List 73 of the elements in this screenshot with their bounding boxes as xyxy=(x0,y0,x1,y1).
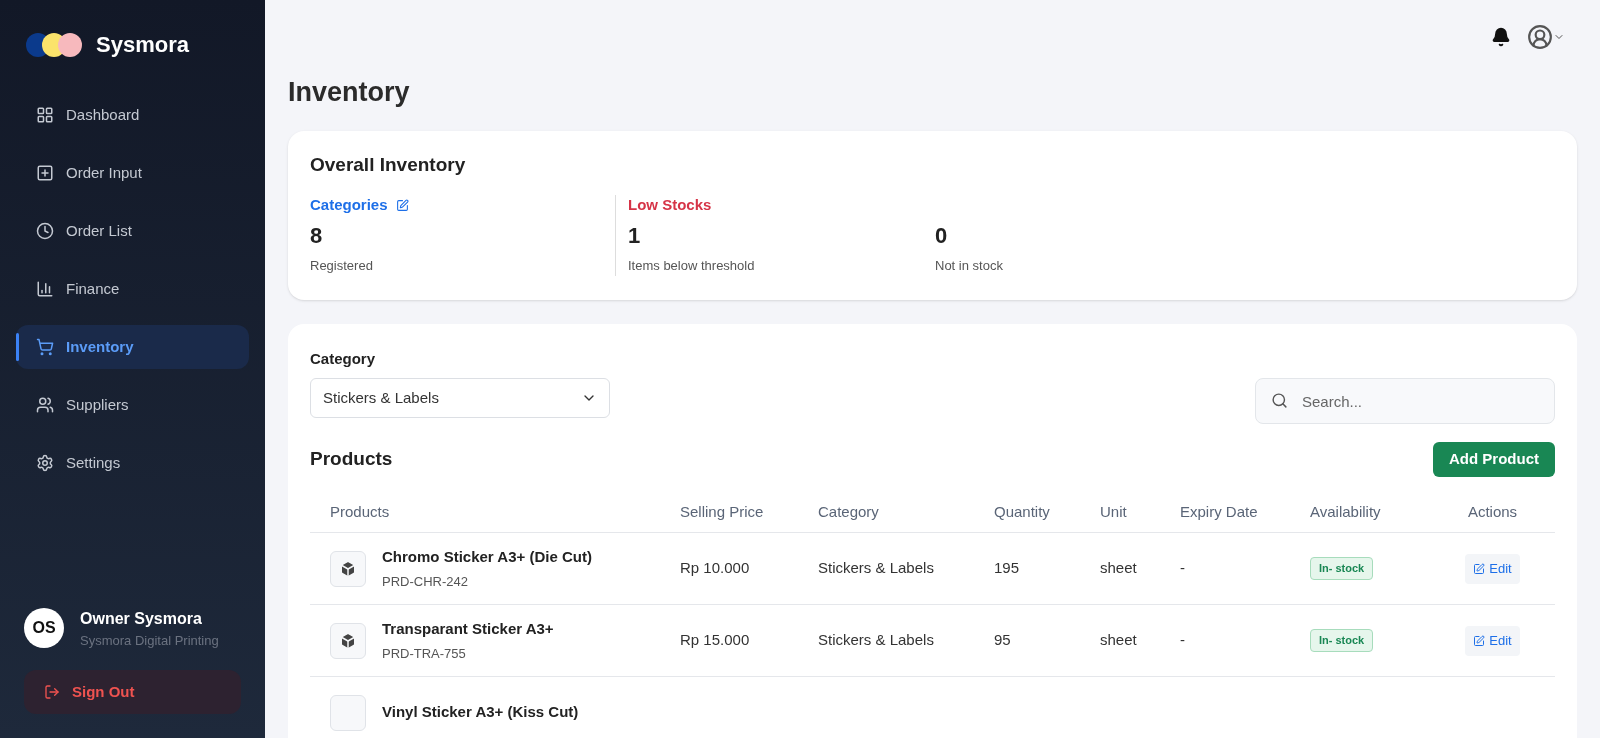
account-menu[interactable] xyxy=(1527,24,1565,50)
column-header: Unit xyxy=(1100,502,1128,523)
notification-icon[interactable] xyxy=(1491,27,1511,47)
stat-value: 0 xyxy=(935,222,949,250)
stat-label[interactable]: Categories xyxy=(310,193,388,217)
column-header: Selling Price xyxy=(680,502,765,523)
product-code: PRD-TRA-755 xyxy=(382,645,467,663)
nav-item[interactable]: Dashboard xyxy=(16,93,249,137)
product-name: Vinyl Sticker A3+ (Kiss Cut) xyxy=(382,702,579,723)
plus-square-icon xyxy=(36,164,54,182)
user-name: Owner Sysmora xyxy=(80,608,203,629)
card-title: Overall Inventory xyxy=(310,152,467,177)
table-cell-text: 195 xyxy=(994,558,1021,579)
nav-item[interactable]: Settings xyxy=(16,441,249,485)
sign-out-button[interactable]: Sign Out xyxy=(24,670,241,714)
search-icon xyxy=(1271,392,1288,409)
edit-icon[interactable] xyxy=(395,198,409,212)
search-field[interactable]: Search... xyxy=(1255,378,1555,424)
sign-out-icon xyxy=(44,684,60,700)
column-header: Category xyxy=(818,502,880,523)
page-title: Inventory xyxy=(288,76,411,109)
column-header: Products xyxy=(330,502,391,523)
box-icon xyxy=(339,631,357,650)
table-cell-text: Stickers & Labels xyxy=(818,558,935,579)
stat-caption: Not in stock xyxy=(935,257,1004,275)
nav-item[interactable]: Order Input xyxy=(16,151,249,195)
box-icon xyxy=(339,559,357,578)
users-icon xyxy=(36,396,54,414)
add-product-button[interactable]: Add Product xyxy=(1433,442,1555,477)
cart-icon xyxy=(36,338,54,356)
user-company: Sysmora Digital Printing xyxy=(80,631,219,650)
table-cell-text: 95 xyxy=(994,630,1012,651)
logo-icon xyxy=(24,30,84,59)
table-cell-text: - xyxy=(1180,630,1186,651)
stat-caption: Items below threshold xyxy=(628,257,756,275)
bar-chart-icon xyxy=(36,280,54,298)
edit-button[interactable]: Edit xyxy=(1465,553,1520,584)
table-cell-text: - xyxy=(1180,558,1186,579)
status-badge: In- stock xyxy=(1310,629,1374,652)
product-name: Chromo Sticker A3+ (Die Cut) xyxy=(382,546,592,567)
edit-icon xyxy=(1473,634,1486,647)
table-cell-text: Stickers & Labels xyxy=(818,630,935,651)
stat-label: Low Stocks xyxy=(628,194,712,215)
column-header: Actions xyxy=(1466,502,1519,523)
nav-item[interactable]: Order List xyxy=(16,209,249,253)
status-badge: In- stock xyxy=(1310,557,1374,580)
clock-icon xyxy=(36,222,54,240)
edit-icon xyxy=(1473,562,1486,575)
category-select[interactable]: Stickers & Labels xyxy=(310,378,610,418)
edit-button[interactable]: Edit xyxy=(1465,625,1520,656)
stat-caption: Registered xyxy=(310,257,374,275)
product-thumbnail xyxy=(330,694,366,731)
column-header: Quantity xyxy=(994,502,1051,523)
account-icon xyxy=(1527,24,1553,50)
product-code: PRD-CHR-242 xyxy=(382,573,469,591)
user-avatar: OS xyxy=(24,608,64,649)
table-cell-text: sheet xyxy=(1100,630,1138,651)
filter-label: Category xyxy=(310,348,377,369)
grid-icon xyxy=(36,106,54,124)
column-header: Availability xyxy=(1310,502,1382,523)
table-cell-text: Rp 15.000 xyxy=(680,630,751,651)
settings-icon xyxy=(36,454,54,472)
brand-name: Sysmora xyxy=(96,31,189,59)
section-title: Products xyxy=(310,447,393,472)
stat-value: 1 xyxy=(628,222,642,250)
table-cell-text: Rp 10.000 xyxy=(680,558,751,579)
product-name: Transparant Sticker A3+ xyxy=(382,618,554,639)
nav-item[interactable]: Finance xyxy=(16,267,249,311)
table-cell-text: sheet xyxy=(1100,558,1138,579)
nav-item[interactable]: Suppliers xyxy=(16,383,249,427)
nav-item[interactable]: Inventory xyxy=(16,325,249,369)
stat-value: 8 xyxy=(310,222,324,250)
column-header: Expiry Date xyxy=(1180,502,1259,523)
